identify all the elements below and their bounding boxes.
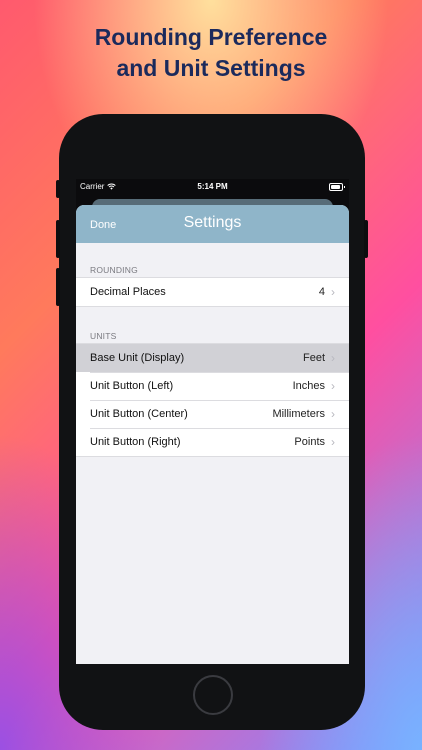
chevron-right-icon: › — [331, 435, 335, 449]
headline-line-1: Rounding Preference — [94, 24, 328, 50]
group-rounding: Decimal Places 4 › — [76, 277, 349, 307]
row-value: 4 — [318, 286, 325, 298]
phone-screen: Carrier 5:14 PM Done Settings ROUNDING D… — [76, 179, 349, 664]
nav-title: Settings — [183, 214, 242, 231]
row-unit-button-center[interactable]: Unit Button (Center) Millimeters › — [76, 400, 349, 428]
status-time: 5:14 PM — [197, 182, 228, 191]
section-header-units: UNITS — [90, 331, 117, 341]
status-bar: Carrier 5:14 PM — [76, 179, 349, 195]
row-unit-button-right[interactable]: Unit Button (Right) Points › — [76, 428, 349, 456]
home-button[interactable] — [193, 675, 233, 715]
row-base-unit[interactable]: Base Unit (Display) Feet › — [76, 344, 349, 372]
row-value: Points — [294, 436, 325, 448]
row-label: Unit Button (Right) — [90, 436, 181, 448]
headline: Rounding Preference and Unit Settings — [0, 22, 422, 84]
row-value: Inches — [292, 380, 325, 392]
row-value: Feet — [302, 352, 325, 364]
group-units: Base Unit (Display) Feet › Unit Button (… — [76, 343, 349, 457]
headline-line-2: and Unit Settings — [116, 55, 306, 81]
battery-icon — [329, 183, 345, 191]
chevron-right-icon: › — [331, 407, 335, 421]
row-decimal-places[interactable]: Decimal Places 4 › — [76, 278, 349, 306]
chevron-right-icon: › — [331, 379, 335, 393]
phone-side-button-power — [364, 220, 368, 258]
row-value: Millimeters — [272, 408, 325, 420]
phone-side-button-volume-down — [56, 268, 60, 306]
row-label: Base Unit (Display) — [90, 352, 185, 364]
phone-side-button-volume-up — [56, 220, 60, 258]
chevron-right-icon: › — [331, 285, 335, 299]
chevron-right-icon: › — [331, 351, 335, 365]
row-unit-button-left[interactable]: Unit Button (Left) Inches › — [76, 372, 349, 400]
phone-side-button-mute — [56, 180, 60, 198]
navigation-bar: Done Settings — [76, 205, 349, 243]
row-label: Decimal Places — [90, 286, 166, 298]
settings-sheet: Done Settings ROUNDING Decimal Places 4 … — [76, 205, 349, 664]
row-label: Unit Button (Center) — [90, 408, 188, 420]
section-header-rounding: ROUNDING — [90, 265, 138, 275]
row-label: Unit Button (Left) — [90, 380, 174, 392]
